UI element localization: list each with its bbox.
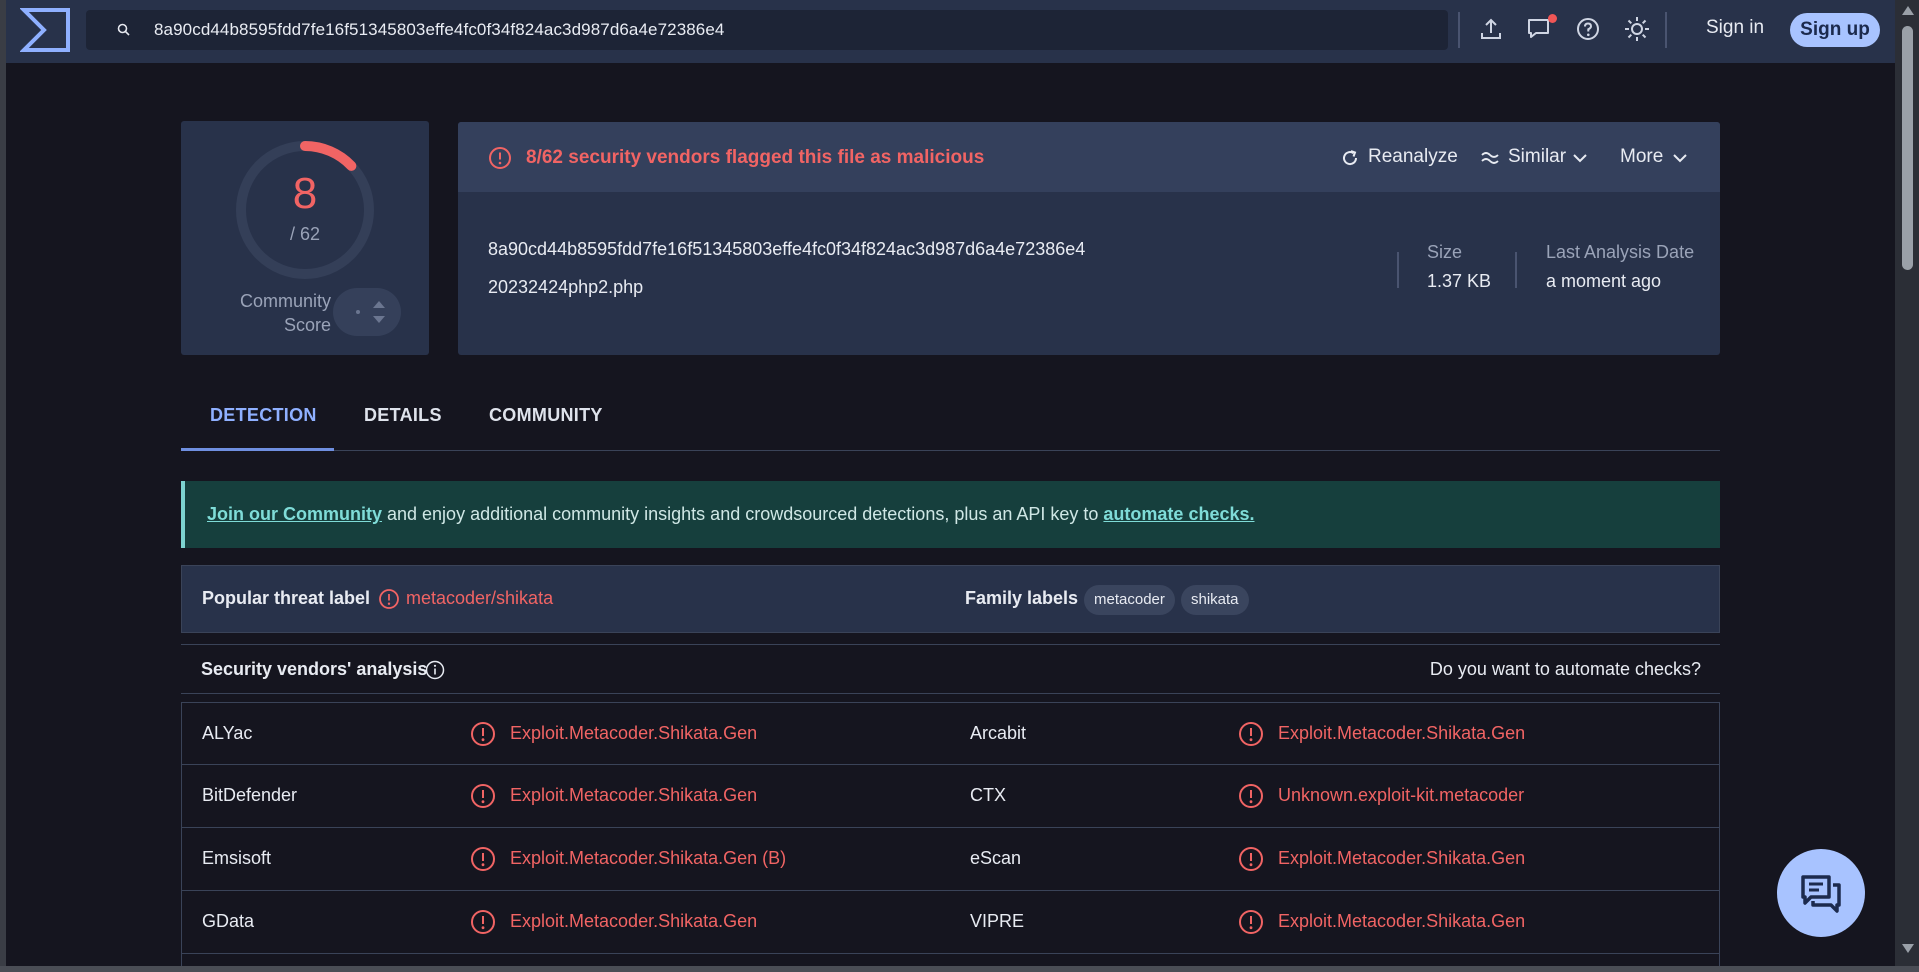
file-hash[interactable]: 8a90cd44b8595fdd7fe16f51345803effe4fc0f3… [488,239,1085,260]
vendors-title: Security vendors' analysis [201,659,428,679]
alert-icon [471,722,495,746]
last-analysis-date-label: Last Analysis Date [1546,242,1695,262]
vendors-table: ALYac Exploit.Metacoder.Shikata.Gen Arca… [181,702,1720,972]
theme-icon[interactable] [1624,16,1650,42]
vendor-name: CTX [970,785,1006,805]
size-label: Size [1427,242,1463,262]
community-vote-control[interactable] [333,288,401,336]
size-value: 1.37 KB [1427,271,1492,291]
tab-detection[interactable]: DETECTION [210,405,317,426]
alert-icon [471,784,495,808]
window-frame-bottom [0,966,1919,972]
info-icon[interactable] [425,660,445,680]
logo-icon[interactable] [20,6,72,54]
automate-checks-prompt[interactable]: Do you want to automate checks? [1430,659,1701,680]
alert-icon [1239,784,1263,808]
divider [1458,12,1460,48]
alert-icon [379,589,399,609]
table-row: Emsisoft Exploit.Metacoder.Shikata.Gen (… [181,828,1720,891]
vendor-result: Exploit.Metacoder.Shikata.Gen [510,911,758,931]
chevron-down-icon[interactable] [1670,148,1690,168]
vendor-result: Exploit.Metacoder.Shikata.Gen [1278,911,1526,931]
chat-bubble-icon [1801,875,1841,913]
detection-score-card: 8 / 62 Community Score [181,121,429,355]
scrollbar[interactable] [1895,0,1919,966]
search-input[interactable]: 8a90cd44b8595fdd7fe16f51345803effe4fc0f3… [154,20,724,40]
alert-icon [489,147,511,169]
vendor-result: Exploit.Metacoder.Shikata.Gen [1278,723,1526,743]
file-summary-card: 8/62 security vendors flagged this file … [458,122,1720,355]
scroll-up-arrow-icon[interactable] [1902,6,1914,15]
family-chip[interactable]: metacoder [1084,585,1175,615]
vendor-name: GData [202,911,255,931]
banner-text: Join our Community and enjoy additional … [207,504,1255,524]
sign-up-button[interactable]: Sign up [1790,13,1880,47]
alert-icon [471,910,495,934]
dot-icon [356,310,360,314]
family-chip[interactable]: shikata [1181,585,1249,615]
tab-community[interactable]: COMMUNITY [489,405,603,426]
family-labels-label: Family labels [965,588,1079,608]
alert-icon [471,847,495,871]
vendor-result: Exploit.Metacoder.Shikata.Gen (B) [510,848,787,868]
reanalyze-button[interactable]: Reanalyze [1368,146,1458,168]
file-name: 20232424php2.php [488,277,644,297]
scroll-down-arrow-icon[interactable] [1902,944,1914,953]
active-tab-indicator [181,448,334,451]
vendors-header: Security vendors' analysis Do you want t… [181,644,1720,694]
vendor-name: eScan [970,848,1022,868]
table-row: BitDefender Exploit.Metacoder.Shikata.Ge… [181,765,1720,828]
sign-in-link[interactable]: Sign in [1706,17,1764,39]
table-row: ALYac Exploit.Metacoder.Shikata.Gen Arca… [181,702,1720,765]
similar-button[interactable]: Similar [1508,146,1566,168]
threat-label-row: Popular threat label metacoder/shikata F… [181,565,1720,633]
vendor-result: Exploit.Metacoder.Shikata.Gen [510,723,758,743]
divider [1665,12,1667,48]
upvote-icon[interactable] [373,301,385,308]
join-community-link[interactable]: Join our Community [207,504,382,524]
alert-icon [1239,847,1263,871]
alert-icon [1239,722,1263,746]
tab-divider [181,450,1720,451]
automate-checks-link[interactable]: automate checks. [1103,504,1254,524]
vendor-result: Unknown.exploit-kit.metacoder [1278,785,1525,805]
chat-support-button[interactable] [1777,849,1865,937]
scroll-thumb[interactable] [1902,26,1913,270]
vendor-result: Exploit.Metacoder.Shikata.Gen [1278,848,1526,868]
popular-threat-label: Popular threat label [202,588,371,608]
help-icon[interactable] [1575,16,1601,42]
refresh-icon[interactable] [1340,148,1360,168]
last-analysis-date-value: a moment ago [1546,271,1662,291]
detection-count: 8 [292,169,318,218]
notification-dot [1548,14,1557,23]
table-row: GData Exploit.Metacoder.Shikata.Gen VIPR… [181,891,1720,954]
downvote-icon[interactable] [373,316,385,323]
vendor-name: Emsisoft [202,848,272,868]
top-bar: 8a90cd44b8595fdd7fe16f51345803effe4fc0f3… [6,0,1895,63]
detection-total: / 62 [289,224,321,244]
vendor-name: BitDefender [202,785,298,805]
window-frame-left [0,0,6,972]
vendor-name: ALYac [202,723,253,743]
vendor-name: VIPRE [970,911,1025,931]
tab-details[interactable]: DETAILS [364,405,442,426]
alert-icon [1239,910,1263,934]
vendor-name: Arcabit [970,723,1027,743]
search-icon [117,23,130,36]
similar-icon[interactable] [1480,148,1500,168]
malicious-alert-text: 8/62 security vendors flagged this file … [526,147,985,168]
divider [1397,252,1399,288]
popular-threat-value[interactable]: metacoder/shikata [406,588,553,609]
community-score-label: Community Score [239,291,331,335]
community-banner: Join our Community and enjoy additional … [181,481,1720,548]
vendor-result: Exploit.Metacoder.Shikata.Gen [510,785,758,805]
more-button[interactable]: More [1620,146,1663,168]
upload-icon[interactable] [1478,16,1504,42]
chevron-down-icon[interactable] [1570,148,1590,168]
divider [1515,252,1517,288]
search-bar[interactable]: 8a90cd44b8595fdd7fe16f51345803effe4fc0f3… [86,10,1448,50]
alert-header: 8/62 security vendors flagged this file … [458,122,1720,192]
